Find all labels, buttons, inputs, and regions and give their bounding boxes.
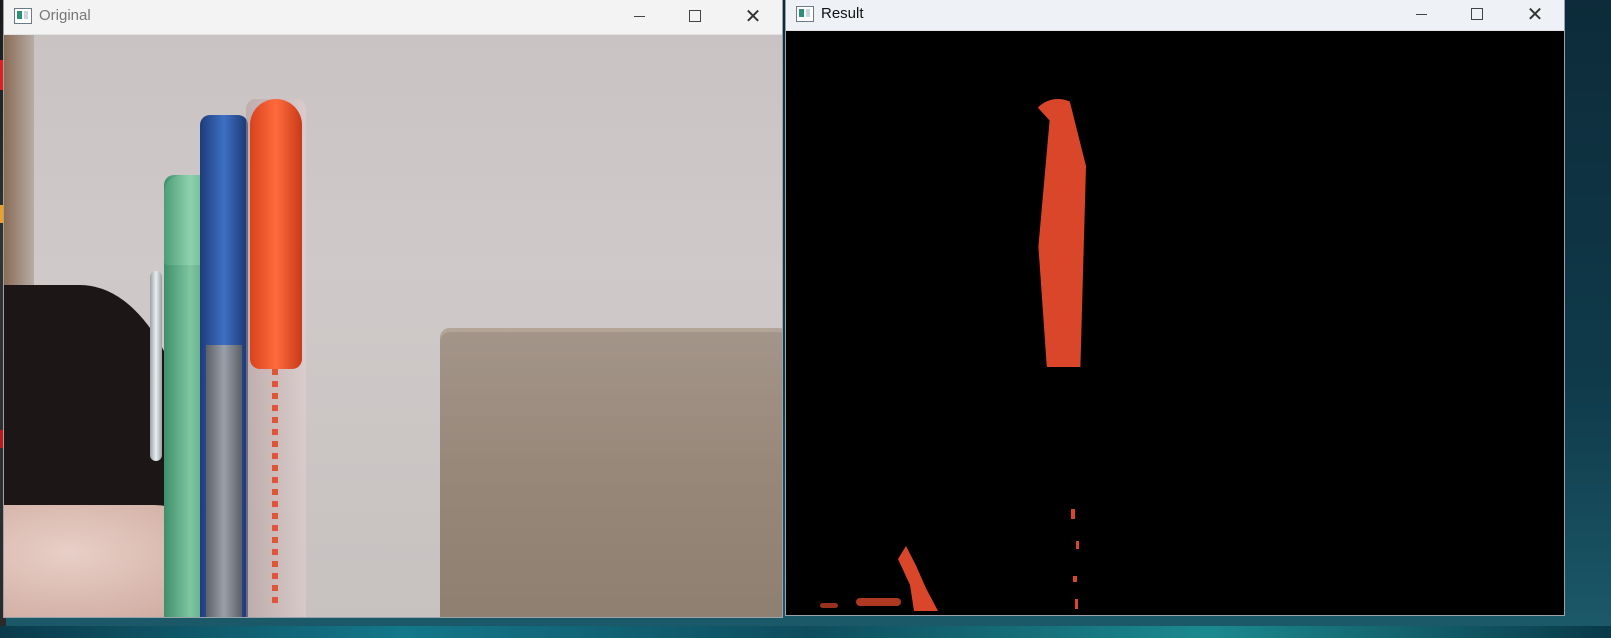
detected-red-pen-region xyxy=(1030,99,1086,367)
pen-clip xyxy=(150,271,162,461)
close-button[interactable]: ✕ xyxy=(730,0,776,32)
minimize-button[interactable] xyxy=(616,0,662,32)
noise-region-3 xyxy=(820,603,838,608)
app-icon xyxy=(796,6,814,22)
result-window: Result ✕ xyxy=(786,0,1564,615)
maximize-button[interactable] xyxy=(672,0,718,32)
minimize-button[interactable] xyxy=(1398,0,1444,28)
red-pen-stripe xyxy=(272,369,278,609)
noise-region-4 xyxy=(1071,509,1075,519)
result-titlebar[interactable]: Result ✕ xyxy=(786,0,1564,31)
blue-pen-tube xyxy=(206,345,242,617)
noise-region-6 xyxy=(1073,576,1077,582)
desktop-wallpaper-bottom xyxy=(0,626,1611,638)
window-title: Result xyxy=(821,5,864,22)
original-titlebar[interactable]: Original ✕ xyxy=(4,0,782,35)
window-title: Original xyxy=(39,7,91,24)
noise-region-7 xyxy=(1075,599,1078,609)
noise-region-5 xyxy=(1076,541,1079,549)
red-pen xyxy=(246,99,306,617)
noise-region-1 xyxy=(898,546,938,611)
chair-back xyxy=(440,328,782,617)
original-window: Original ✕ xyxy=(4,0,782,617)
maximize-button[interactable] xyxy=(1454,0,1500,28)
noise-region-2 xyxy=(856,598,901,606)
mask-result-frame xyxy=(786,31,1564,615)
blue-pen xyxy=(200,115,248,617)
close-button[interactable]: ✕ xyxy=(1512,0,1558,28)
red-pen-cap xyxy=(250,99,302,369)
app-icon xyxy=(14,8,32,24)
camera-frame-original xyxy=(4,35,782,617)
